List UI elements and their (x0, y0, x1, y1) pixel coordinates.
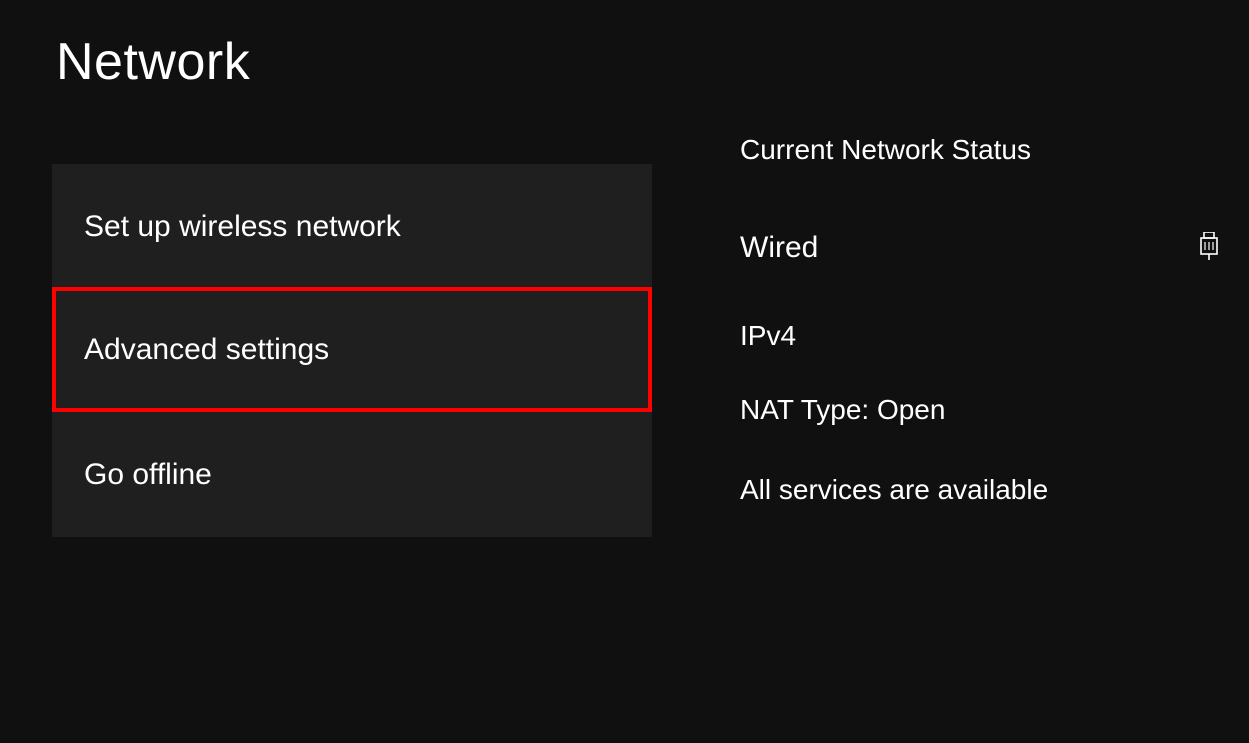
nat-type-label: NAT Type: Open (740, 394, 1229, 426)
ethernet-plug-icon (1199, 232, 1223, 264)
menu-item-go-offline[interactable]: Go offline (52, 412, 652, 537)
settings-menu: Set up wireless network Advanced setting… (52, 164, 652, 537)
menu-item-label: Advanced settings (84, 333, 329, 367)
services-status-label: All services are available (740, 474, 1229, 506)
connection-row: Wired (740, 231, 1229, 265)
menu-item-label: Go offline (84, 458, 212, 492)
menu-item-label: Set up wireless network (84, 210, 401, 244)
content-area: Set up wireless network Advanced setting… (0, 164, 1249, 537)
status-heading: Current Network Status (740, 134, 1229, 166)
ip-version-label: IPv4 (740, 320, 1229, 352)
menu-item-advanced-settings[interactable]: Advanced settings (52, 287, 652, 412)
page-title: Network (0, 0, 1249, 92)
status-panel: Current Network Status Wired IPv4 NAT Ty… (740, 164, 1249, 537)
menu-item-setup-wireless[interactable]: Set up wireless network (52, 164, 652, 289)
connection-type-label: Wired (740, 231, 818, 265)
